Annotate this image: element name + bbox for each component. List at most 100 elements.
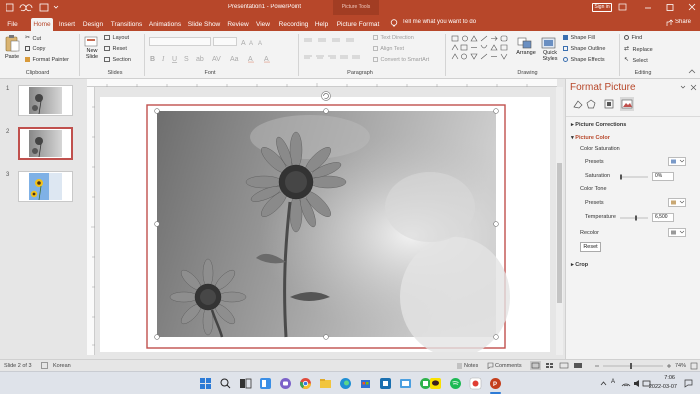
edge-icon[interactable] bbox=[339, 377, 352, 390]
close-icon[interactable] bbox=[690, 84, 697, 91]
picture-icon[interactable] bbox=[620, 97, 634, 111]
sunflower-picture[interactable] bbox=[157, 111, 510, 352]
reset-slide-button[interactable]: Reset bbox=[104, 46, 127, 53]
maximize-icon[interactable] bbox=[666, 4, 674, 11]
zoom-level[interactable]: 74% bbox=[675, 363, 686, 369]
chevron-up-icon[interactable] bbox=[600, 380, 607, 387]
tone-presets-dropdown[interactable] bbox=[668, 198, 686, 207]
system-tray-icons[interactable] bbox=[621, 379, 651, 388]
tab-slide-show[interactable]: Slide Show bbox=[187, 18, 221, 31]
paste-button[interactable]: Paste bbox=[4, 34, 20, 62]
sign-in-button[interactable]: Sign in bbox=[592, 3, 612, 12]
cut-button[interactable]: ✂ Cut bbox=[25, 35, 41, 43]
slide-thumbnail-1[interactable] bbox=[18, 85, 73, 116]
saturation-slider[interactable] bbox=[618, 173, 650, 181]
shape-effects-button[interactable]: Shape Effects bbox=[563, 57, 605, 64]
paragraph-buttons[interactable] bbox=[302, 36, 372, 66]
tab-animations[interactable]: Animations bbox=[147, 18, 183, 31]
quick-styles-button[interactable]: Quick Styles bbox=[540, 36, 560, 70]
size-properties-icon[interactable] bbox=[604, 99, 614, 109]
clock-date[interactable]: 2022-03-07 bbox=[648, 384, 677, 390]
app-icon[interactable] bbox=[449, 377, 462, 390]
temperature-slider[interactable] bbox=[618, 214, 650, 222]
file-explorer-icon[interactable] bbox=[319, 377, 332, 390]
close-icon[interactable] bbox=[688, 3, 696, 11]
picture-color-header[interactable]: ▾ Picture Color bbox=[571, 135, 610, 141]
tab-review[interactable]: Review bbox=[226, 18, 250, 31]
ribbon-display-icon[interactable] bbox=[618, 3, 627, 11]
comments-button[interactable]: Comments bbox=[495, 363, 522, 369]
tell-me-box[interactable]: Tell me what you want to do bbox=[402, 19, 476, 25]
start-icon[interactable] bbox=[199, 377, 212, 390]
saturation-presets-dropdown[interactable] bbox=[668, 157, 686, 166]
reset-button[interactable]: Reset bbox=[580, 242, 601, 252]
fill-line-icon[interactable] bbox=[573, 100, 583, 109]
tab-view[interactable]: View bbox=[254, 18, 272, 31]
share-button[interactable]: Share bbox=[675, 19, 691, 25]
zoom-slider[interactable] bbox=[594, 362, 672, 370]
vertical-scrollbar[interactable] bbox=[556, 87, 563, 355]
crop-header[interactable]: ▸ Crop bbox=[571, 262, 588, 268]
widgets-icon[interactable] bbox=[259, 377, 272, 390]
select-button[interactable]: ↖ Select bbox=[624, 57, 648, 65]
view-buttons[interactable] bbox=[530, 361, 588, 370]
replace-button[interactable]: ⇄ Replace bbox=[624, 46, 653, 54]
rotate-icon[interactable] bbox=[320, 90, 332, 102]
search-icon[interactable] bbox=[219, 377, 232, 390]
slide-thumbnail-3[interactable] bbox=[18, 171, 73, 202]
slide-canvas[interactable] bbox=[100, 97, 550, 352]
recolor-dropdown[interactable] bbox=[668, 228, 686, 237]
store-icon[interactable] bbox=[359, 377, 372, 390]
spellcheck-icon[interactable] bbox=[41, 362, 48, 369]
language-indicator[interactable]: Korean bbox=[53, 363, 71, 369]
effects-icon[interactable] bbox=[586, 99, 596, 109]
shapes-gallery[interactable] bbox=[450, 34, 512, 68]
new-slide-button[interactable]: New Slide bbox=[83, 36, 101, 68]
font-name-dropdown[interactable] bbox=[149, 37, 211, 46]
app-icon[interactable] bbox=[399, 377, 412, 390]
layout-button[interactable]: Layout bbox=[104, 35, 129, 42]
format-painter-button[interactable]: Format Painter bbox=[25, 57, 69, 64]
scrollbar-thumb[interactable] bbox=[557, 163, 562, 303]
notes-button[interactable]: Notes bbox=[464, 363, 478, 369]
section-button[interactable]: Section bbox=[104, 57, 131, 64]
align-text-icon bbox=[373, 46, 378, 52]
font-size-dropdown[interactable] bbox=[213, 37, 237, 46]
tab-file[interactable]: File bbox=[4, 18, 21, 31]
shape-outline-button[interactable]: Shape Outline bbox=[563, 46, 605, 53]
fit-slide-icon[interactable] bbox=[690, 362, 698, 370]
tab-insert[interactable]: Insert bbox=[57, 18, 77, 31]
arrange-button[interactable]: Arrange bbox=[516, 36, 536, 68]
copy-button[interactable]: Copy bbox=[25, 46, 45, 53]
tab-home[interactable]: Home bbox=[31, 18, 53, 31]
tab-recording[interactable]: Recording bbox=[277, 18, 310, 31]
chrome-icon[interactable] bbox=[299, 377, 312, 390]
tab-picture-format[interactable]: Picture Format bbox=[336, 18, 380, 31]
app-icon[interactable] bbox=[469, 377, 482, 390]
tab-design[interactable]: Design bbox=[81, 18, 105, 31]
shape-fill-button[interactable]: Shape Fill bbox=[563, 35, 595, 42]
temperature-input[interactable]: 6,500 bbox=[652, 213, 674, 222]
text-direction-button[interactable]: Text Direction bbox=[373, 35, 414, 42]
notification-icon[interactable] bbox=[684, 379, 693, 388]
picture-corrections-header[interactable]: ▸ Picture Corrections bbox=[571, 122, 626, 128]
saturation-input[interactable]: 0% bbox=[652, 172, 674, 181]
pane-options-icon[interactable] bbox=[680, 85, 686, 89]
powerpoint-icon[interactable]: P bbox=[489, 377, 502, 390]
collapse-ribbon-icon[interactable] bbox=[688, 69, 696, 75]
convert-smartart-button[interactable]: Convert to SmartArt bbox=[373, 57, 429, 64]
font-size-buttons[interactable]: A A A bbox=[240, 38, 270, 46]
task-view-icon[interactable] bbox=[239, 377, 252, 390]
clock-time[interactable]: 7:06 bbox=[653, 375, 675, 381]
ime-indicator[interactable]: A bbox=[611, 379, 615, 385]
find-button[interactable]: Find bbox=[624, 35, 642, 42]
slide-thumbnail-2[interactable] bbox=[18, 127, 73, 160]
quick-access-toolbar[interactable] bbox=[6, 3, 66, 12]
tab-transitions[interactable]: Transitions bbox=[110, 18, 143, 31]
font-format-buttons[interactable]: B I U S ab AV Aa A A bbox=[150, 53, 320, 63]
kakaotalk-icon[interactable] bbox=[429, 377, 442, 390]
app-icon[interactable] bbox=[379, 377, 392, 390]
tab-help[interactable]: Help bbox=[313, 18, 330, 31]
chat-icon[interactable] bbox=[279, 377, 292, 390]
align-text-button[interactable]: Align Text bbox=[373, 46, 404, 53]
